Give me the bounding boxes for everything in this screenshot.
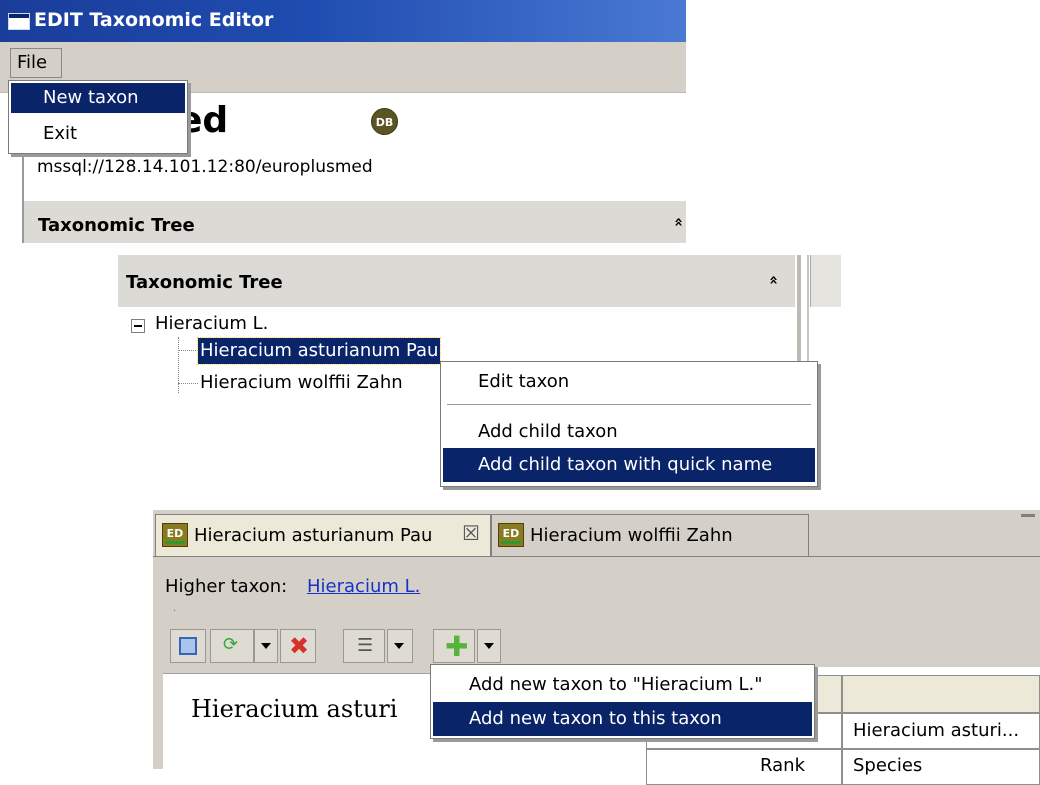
add-icon: ✚ [445, 630, 469, 663]
editor-tab-strip: ED Hieracium asturianum Pau ☒ ED Hieraci… [153, 510, 1040, 557]
ed-taxon-icon: ED [162, 523, 188, 547]
chevron-down-icon [484, 643, 494, 649]
delete-button[interactable]: ✖ [280, 629, 316, 663]
delete-icon: ✖ [289, 632, 310, 660]
tree-node-selected[interactable]: Hieracium asturianum Pau [196, 337, 442, 365]
menu-item-exit[interactable]: Exit [11, 119, 185, 149]
menu-item-add-to-this-taxon[interactable]: Add new taxon to this taxon [433, 702, 812, 736]
tree-node[interactable]: Hieracium wolffii Zahn [200, 372, 403, 393]
adjacent-panel [810, 255, 841, 307]
file-menu-dropdown: New taxon Exit [8, 80, 188, 154]
properties-header-value [842, 675, 1040, 713]
ed-taxon-icon: ED [498, 523, 524, 547]
list-icon: ☰ [357, 635, 374, 656]
tree-node-root[interactable]: Hieracium L. [155, 313, 268, 334]
tree-connector [178, 350, 198, 351]
menu-separator [447, 404, 811, 406]
add-dropdown-button[interactable] [477, 629, 501, 663]
tab-label: Hieracium asturianum Pau [194, 525, 433, 546]
save-button[interactable] [170, 629, 206, 663]
tab-hieracium-asturianum[interactable]: ED Hieracium asturianum Pau ☒ [155, 514, 491, 556]
tab-hieracium-wolffii[interactable]: ED Hieracium wolffii Zahn [491, 514, 809, 556]
taxonomic-tree-header[interactable]: Taxonomic Tree » [118, 255, 795, 307]
menu-item-new-taxon[interactable]: New taxon [11, 83, 185, 113]
menu-item-add-to-parent[interactable]: Add new taxon to "Hieracium L." [433, 668, 812, 702]
title-bar[interactable]: EDIT Taxonomic Editor [0, 0, 686, 42]
tree-connector [178, 383, 198, 384]
close-icon[interactable]: ☒ [462, 521, 480, 545]
redo-button[interactable]: ⟳ [210, 629, 254, 663]
collapse-icon[interactable]: » [669, 217, 686, 227]
higher-taxon-label: Higher taxon: [165, 576, 288, 597]
database-icon: DB [371, 108, 398, 135]
chevron-down-icon [261, 643, 271, 649]
taxon-name-text[interactable]: Hieracium asturi [191, 695, 397, 723]
menu-item-add-child-taxon[interactable]: Add child taxon [443, 415, 815, 449]
database-path: mssql://128.14.101.12:80/europlusmed [37, 157, 373, 177]
add-taxon-button[interactable]: ✚ [433, 629, 475, 663]
menu-item-add-child-quick-name[interactable]: Add child taxon with quick name [443, 448, 815, 482]
window-title: EDIT Taxonomic Editor [34, 9, 274, 31]
window-icon [8, 13, 30, 30]
redo-icon: ⟳ [223, 634, 239, 655]
tree-context-menu: Edit taxon Add child taxon Add child tax… [440, 361, 818, 487]
add-taxon-menu: Add new taxon to "Hieracium L." Add new … [430, 664, 815, 739]
list-button[interactable]: ☰ [343, 629, 385, 663]
redo-dropdown-button[interactable] [254, 629, 278, 663]
property-key: Rank [646, 749, 842, 785]
tree-collapse-toggle-icon[interactable] [131, 319, 145, 333]
higher-taxon-link[interactable]: Hieracium L. [307, 576, 420, 597]
taxonomic-tree-title: Taxonomic Tree [126, 272, 283, 293]
tab-label: Hieracium wolffii Zahn [530, 525, 733, 546]
property-value[interactable]: Species [842, 749, 1040, 785]
menu-file[interactable]: File [10, 48, 62, 78]
collapse-icon[interactable]: » [764, 275, 782, 285]
taxonomic-tree-title: Taxonomic Tree [38, 215, 195, 236]
list-dropdown-button[interactable] [387, 629, 413, 663]
toolbar-grip: · [173, 606, 177, 617]
property-value[interactable]: Hieracium asturi... [842, 713, 1040, 749]
tree-connector [178, 337, 179, 393]
minimize-icon[interactable] [1021, 514, 1035, 517]
menu-item-edit-taxon[interactable]: Edit taxon [443, 365, 815, 399]
chevron-down-icon [394, 643, 404, 649]
